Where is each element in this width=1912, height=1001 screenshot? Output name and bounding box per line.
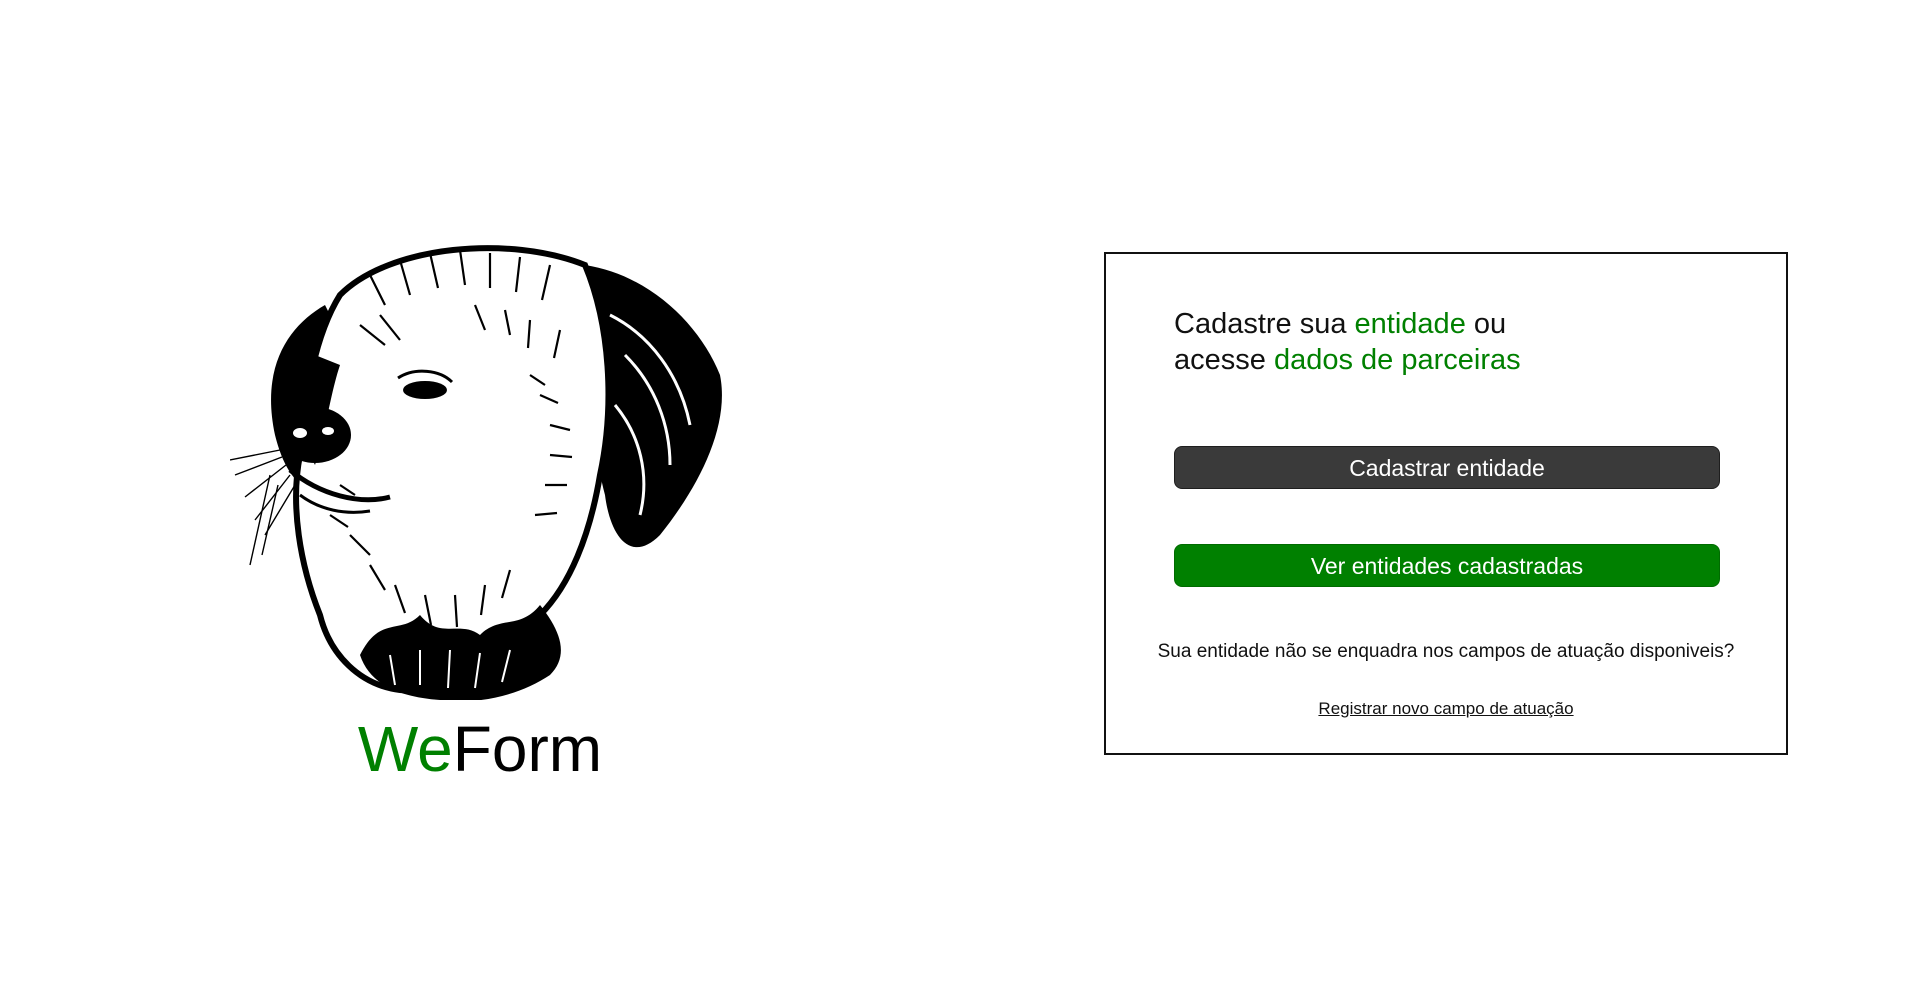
field-not-listed-question: Sua entidade não se enquadra nos campos …	[1157, 641, 1735, 662]
headline-partners-highlight: dados de parceiras	[1273, 344, 1521, 376]
view-entities-button[interactable]: Ver entidades cadastradas	[1174, 544, 1720, 587]
landing-page: WeForm Cadastre sua entidade ou acesse d…	[0, 0, 1912, 1001]
logo-suffix: Form	[452, 713, 603, 785]
headline-line1-tail: ou	[1465, 308, 1507, 340]
logo-prefix: We	[357, 713, 453, 785]
headline-line1-text: Cadastre sua	[1174, 308, 1355, 340]
headline-entity-highlight: entidade	[1354, 308, 1466, 340]
brand-area: WeForm	[180, 235, 780, 795]
entry-card: Cadastre sua entidade ou acesse dados de…	[1104, 252, 1788, 755]
register-new-field-link[interactable]: Registrar novo campo de atuação	[1106, 698, 1786, 720]
register-entity-button[interactable]: Cadastrar entidade	[1174, 446, 1720, 489]
headline-line2-text: acesse	[1174, 344, 1274, 376]
dog-head-sketch-icon	[230, 245, 722, 700]
card-headline: Cadastre sua entidade ou acesse dados de…	[1174, 306, 1734, 378]
weform-logo: WeForm	[180, 713, 780, 785]
